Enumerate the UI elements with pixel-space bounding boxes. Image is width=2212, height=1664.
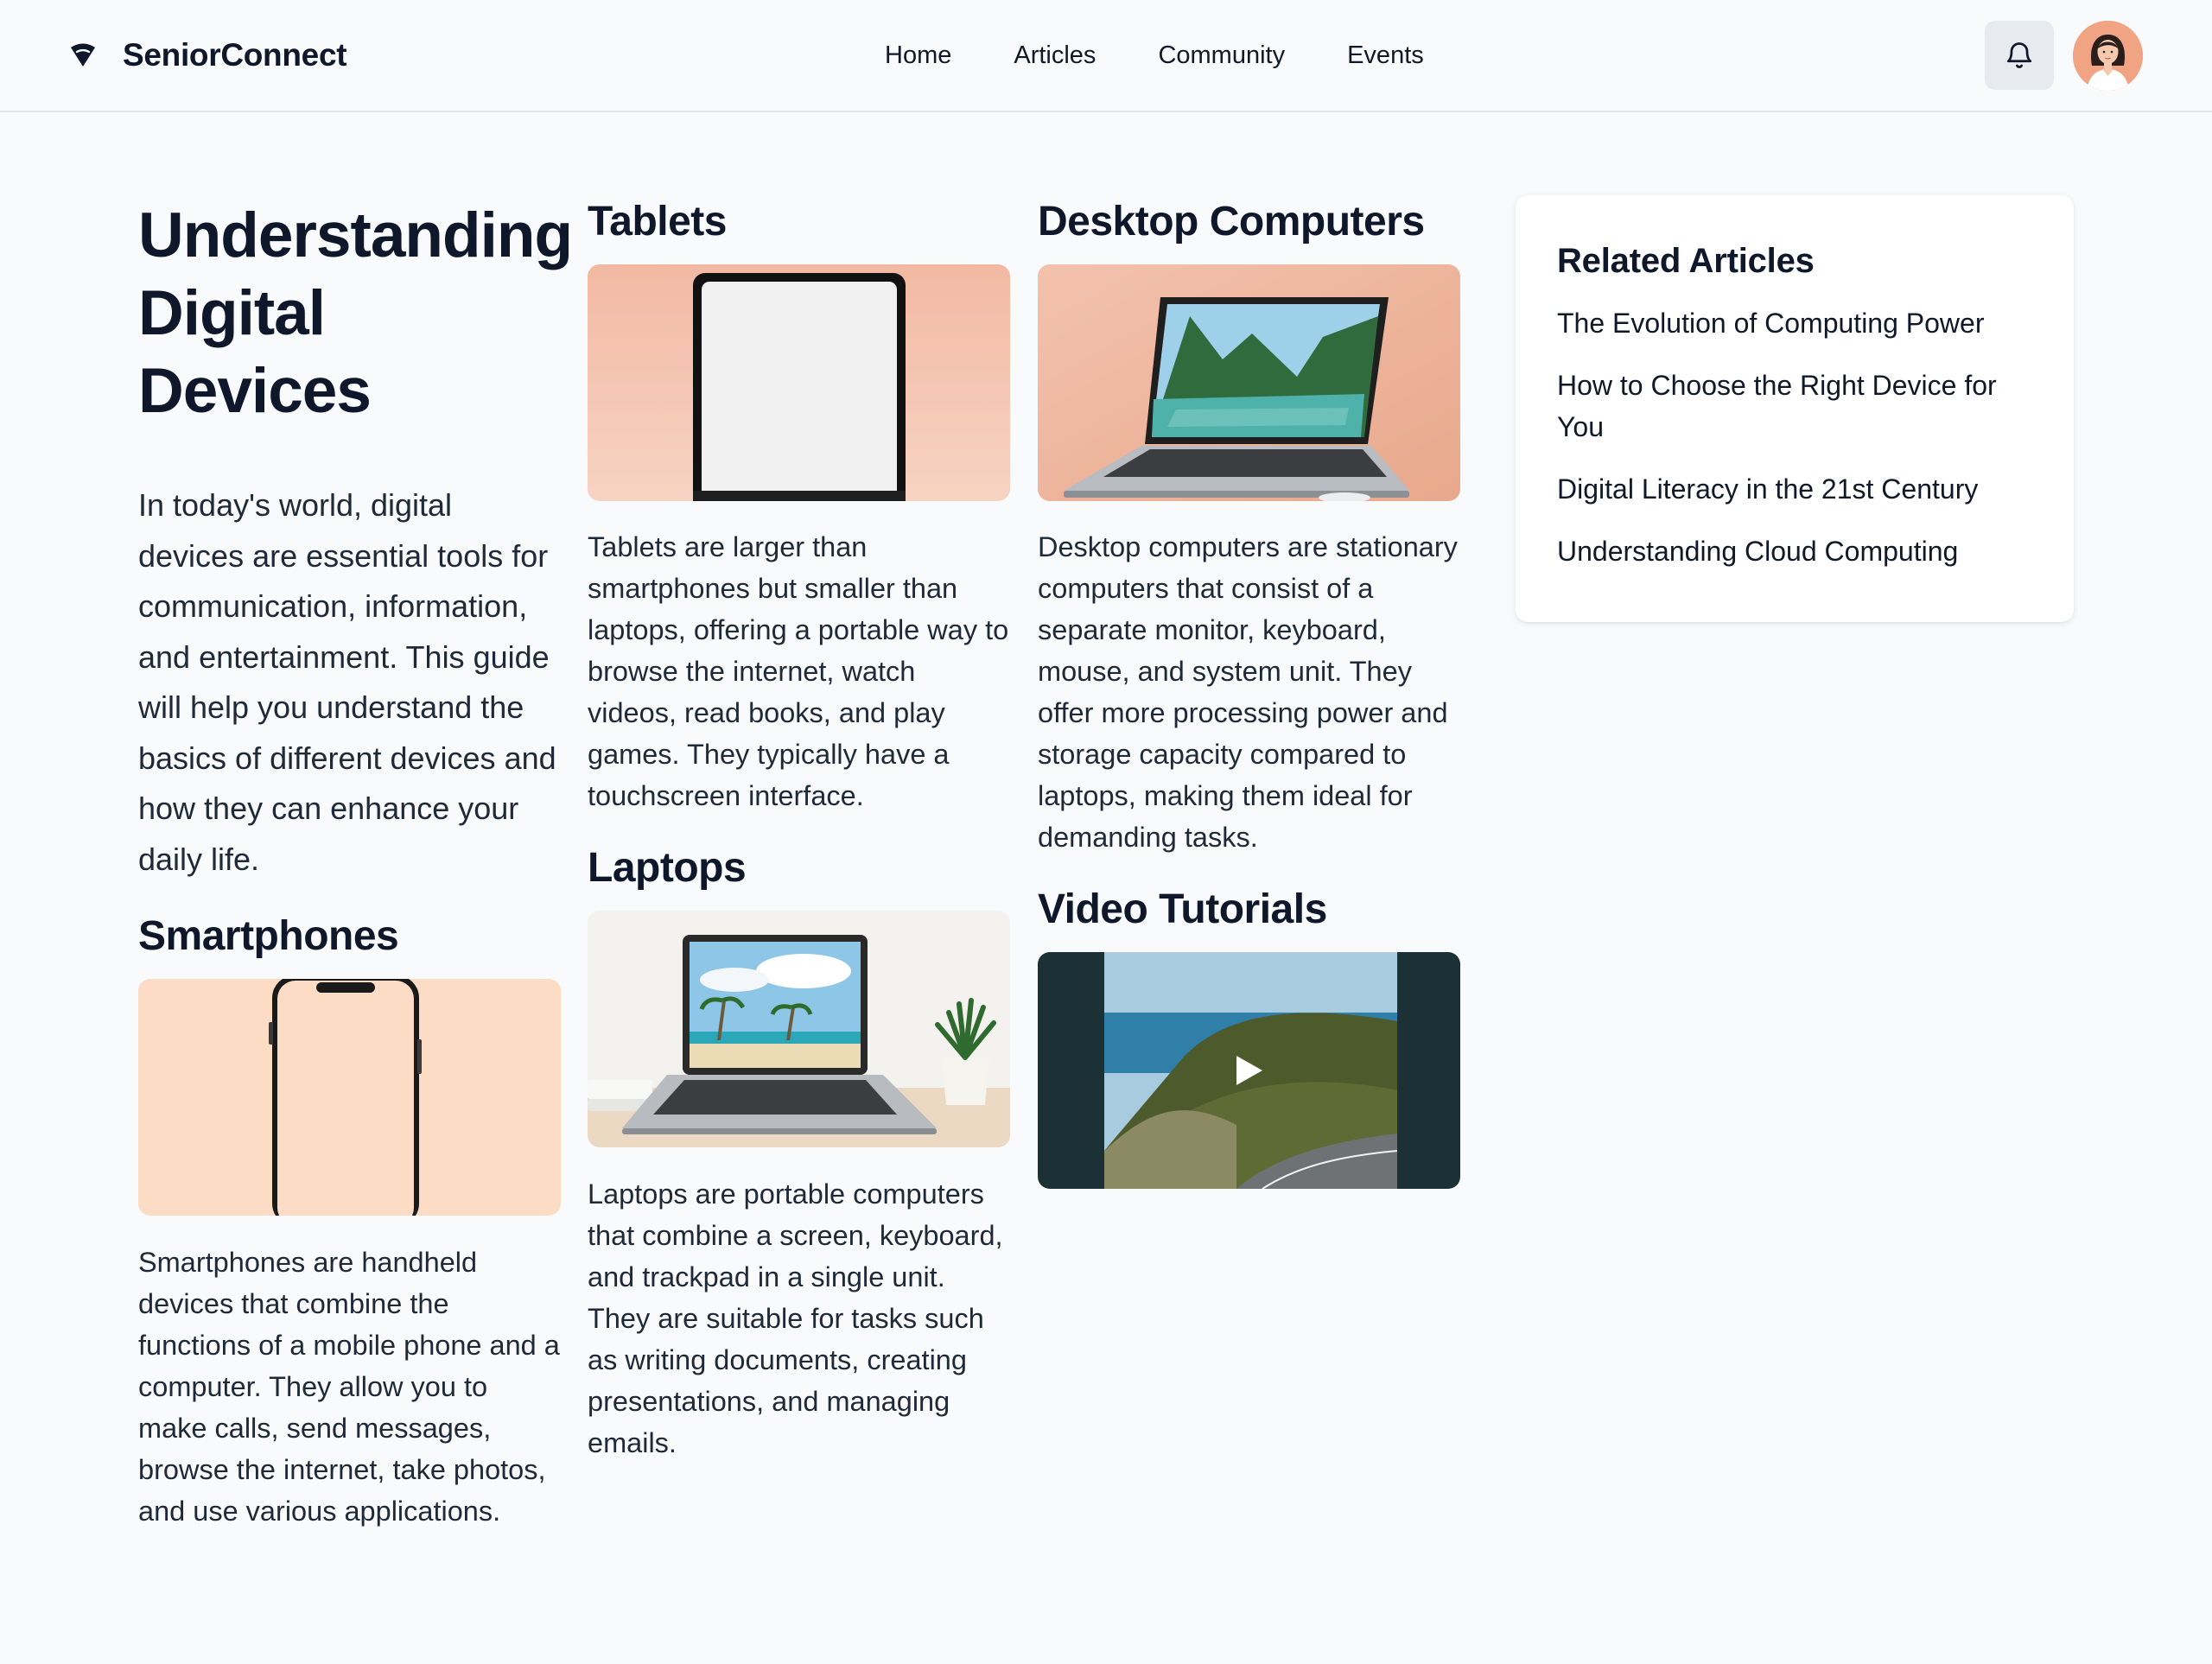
related-article-2[interactable]: How to Choose the Right Device for You	[1557, 370, 1997, 442]
related-article-3[interactable]: Digital Literacy in the 21st Century	[1557, 473, 1978, 505]
related-articles-card: Related Articles The Evolution of Comput…	[1516, 195, 2074, 622]
smartphones-heading: Smartphones	[138, 913, 399, 959]
video-player[interactable]	[1038, 952, 1460, 1189]
bell-icon	[2006, 42, 2032, 68]
laptops-description: Laptops are portable computers that comb…	[588, 1178, 1003, 1458]
related-articles-title: Related Articles	[1557, 242, 1815, 280]
related-article-link[interactable]: The Evolution of Computing Power	[1557, 302, 2032, 344]
nav-home[interactable]: Home	[885, 41, 951, 70]
video-tutorials-heading: Video Tutorials	[1038, 886, 1327, 932]
brand-name: SeniorConnect	[123, 37, 347, 73]
laptops-heading: Laptops	[588, 845, 747, 891]
desktop-description: Desktop computers are stationary compute…	[1038, 531, 1458, 853]
devices-column-2: Tablets Tablets are larger than smartpho…	[588, 194, 1011, 1464]
related-articles-list: The Evolution of Computing Power How to …	[1557, 302, 2032, 572]
laptop-image	[588, 911, 1010, 1147]
intro-text: In today's world, digital devices are es…	[138, 487, 556, 877]
brand[interactable]: SeniorConnect	[69, 33, 347, 78]
related-article-link[interactable]: How to Choose the Right Device for You	[1557, 365, 2032, 448]
nav-articles[interactable]: Articles	[1014, 41, 1096, 70]
desktop-image	[1038, 264, 1460, 501]
play-icon[interactable]	[1231, 1053, 1266, 1088]
intro-column: Understanding Digital Devices In today's…	[138, 194, 573, 1532]
nav-events[interactable]: Events	[1347, 41, 1424, 70]
avatar-icon	[2073, 21, 2143, 91]
related-article-4[interactable]: Understanding Cloud Computing	[1557, 536, 1958, 567]
tablet-image	[588, 264, 1010, 501]
smartphone-image	[138, 979, 561, 1216]
devices-column-3: Desktop Computers Desktop computers are …	[1038, 194, 1461, 1189]
smartphones-description: Smartphones are handheld devices that co…	[138, 1247, 560, 1527]
wifi-signal-icon	[71, 43, 95, 67]
nav-community[interactable]: Community	[1158, 41, 1285, 70]
related-article-link[interactable]: Understanding Cloud Computing	[1557, 530, 2032, 572]
tablets-description: Tablets are larger than smartphones but …	[588, 531, 1009, 811]
desktop-heading: Desktop Computers	[1038, 199, 1425, 245]
user-avatar[interactable]	[2073, 21, 2143, 91]
tablets-heading: Tablets	[588, 199, 727, 245]
notifications-button[interactable]	[1985, 21, 2054, 90]
related-article-link[interactable]: Digital Literacy in the 21st Century	[1557, 468, 2032, 510]
page-title: Understanding Digital Devices	[138, 200, 573, 426]
main-nav: Home Articles Community Events	[885, 36, 1424, 74]
top-navbar: SeniorConnect Home Articles Community Ev…	[0, 0, 2212, 112]
related-article-1[interactable]: The Evolution of Computing Power	[1557, 308, 1984, 339]
